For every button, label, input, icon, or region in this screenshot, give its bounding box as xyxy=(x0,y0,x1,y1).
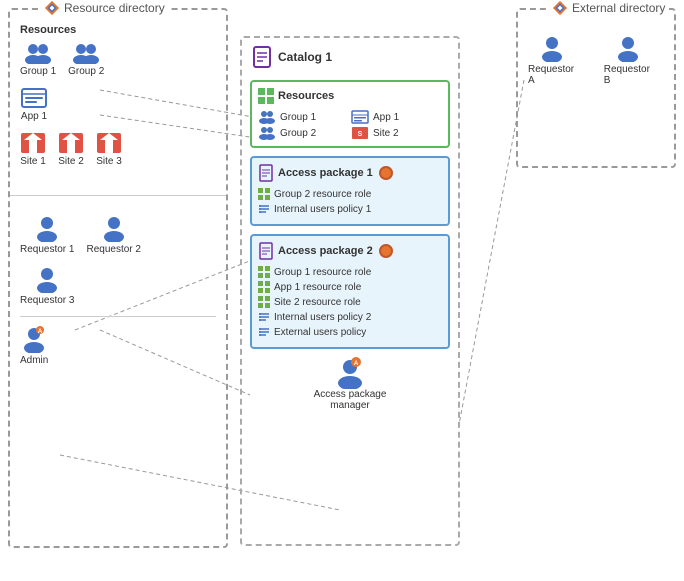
ap2-pol1-icon xyxy=(258,311,270,323)
catalog-resources-box: Resources Group 1 xyxy=(250,80,450,148)
cat-group2-icon xyxy=(258,126,276,140)
group1-icon xyxy=(23,42,53,64)
diamond-icon xyxy=(44,0,60,16)
app1-icon-item: App 1 xyxy=(20,87,48,122)
site3-icon: S xyxy=(96,132,122,154)
cat-group1-icon xyxy=(258,110,276,124)
admin-icon: A xyxy=(20,325,48,353)
admin-label: Admin xyxy=(20,355,48,366)
group2-icon xyxy=(71,42,101,64)
cat-group2: Group 2 xyxy=(258,126,349,140)
manager-icon: A xyxy=(334,357,366,389)
group1-label: Group 1 xyxy=(20,66,56,77)
site1-icon: S xyxy=(20,132,46,154)
site1-label: Site 1 xyxy=(20,156,46,167)
divider1 xyxy=(10,195,226,196)
cat-site2-icon: S xyxy=(351,126,369,140)
external-requestors: Requestor A Requestor B xyxy=(518,10,674,96)
svg-text:S: S xyxy=(358,131,363,138)
catalog-resources-header: Resources xyxy=(258,88,442,104)
ap2-item-2: Site 2 resource role xyxy=(258,296,442,308)
resource-directory: Resource directory Resources Group 1 xyxy=(8,8,228,548)
app-row: App 1 xyxy=(20,87,216,122)
site3-icon-item: S Site 3 xyxy=(96,132,122,167)
groups-row: Group 1 Group 2 xyxy=(20,42,216,77)
ap2-item-1: App 1 resource role xyxy=(258,281,442,293)
requestors-row1: Requestor 1 Requestor 2 xyxy=(20,214,216,255)
requestorA-item: Requestor A xyxy=(528,34,576,86)
ext-diamond-icon xyxy=(552,0,568,16)
group2-label: Group 2 xyxy=(68,66,104,77)
ap2-header: Access package 2 xyxy=(258,242,442,260)
ap1-item-1: Internal users policy 1 xyxy=(258,203,442,215)
group2-icon-item: Group 2 xyxy=(68,42,104,77)
ap2-item-0: Group 1 resource role xyxy=(258,266,442,278)
svg-text:A: A xyxy=(38,329,43,335)
site2-label: Site 2 xyxy=(58,156,84,167)
ap1-header: Access package 1 xyxy=(258,164,442,182)
ap2-item-3: Internal users policy 2 xyxy=(258,311,442,323)
resources-label: Resources xyxy=(20,24,216,36)
ap2-res2-icon xyxy=(258,281,270,293)
ap1-icon xyxy=(258,164,274,182)
sites-row: S Site 1 S Site 2 S xyxy=(20,132,216,167)
access-package-1: Access package 1 Group 2 resource role xyxy=(250,156,450,226)
ap2-item-4: External users policy xyxy=(258,326,442,338)
cat-app1: App 1 xyxy=(351,110,442,124)
catalog-icon xyxy=(252,46,272,68)
resources-section: Resources Group 1 xyxy=(10,10,226,187)
resources-grid-icon xyxy=(258,88,274,104)
ap2-pol2-icon xyxy=(258,326,270,338)
access-package-2: Access package 2 Group 1 resource role xyxy=(250,234,450,349)
svg-text:A: A xyxy=(354,361,359,367)
resource-directory-label: Resource directory xyxy=(40,0,169,16)
requestor2-item: Requestor 2 xyxy=(86,214,140,255)
catalog-resources-grid: Group 1 App 1 xyxy=(258,110,442,140)
admin-row: A Admin xyxy=(20,325,216,366)
site2-icon: S xyxy=(58,132,84,154)
site3-label: Site 3 xyxy=(96,156,122,167)
ap1-resource-icon xyxy=(258,188,270,200)
app1-icon xyxy=(20,87,48,109)
external-directory: External directory Requestor A Requestor… xyxy=(516,8,676,168)
catalog-header: Catalog 1 xyxy=(242,38,458,72)
ap2-res1-icon xyxy=(258,266,270,278)
catalog-box: Catalog 1 Resources xyxy=(240,36,460,546)
requestor2-icon xyxy=(100,214,128,242)
ap1-item-0: Group 2 resource role xyxy=(258,188,442,200)
ap2-icon xyxy=(258,242,274,260)
requestor1-item: Requestor 1 xyxy=(20,214,74,255)
diagram: Resource directory Resources Group 1 xyxy=(0,0,684,581)
requestor2-label: Requestor 2 xyxy=(86,244,140,255)
admin-item: A Admin xyxy=(20,325,48,366)
external-directory-label: External directory xyxy=(548,0,669,16)
app1-label: App 1 xyxy=(21,111,47,122)
requestorA-label: Requestor A xyxy=(528,64,576,86)
requestorB-item: Requestor B xyxy=(604,34,652,86)
cat-site2: S Site 2 xyxy=(351,126,442,140)
site2-icon-item: S Site 2 xyxy=(58,132,84,167)
manager-label: Access packagemanager xyxy=(314,389,387,411)
manager-in-catalog: A Access packagemanager xyxy=(242,357,458,411)
requestor1-icon xyxy=(33,214,61,242)
catalog-title: Catalog 1 xyxy=(278,50,332,64)
requestors-section: Requestor 1 Requestor 2 Requestor xyxy=(10,204,226,386)
site1-icon-item: S Site 1 xyxy=(20,132,46,167)
ap1-medal xyxy=(379,166,393,180)
cat-group1: Group 1 xyxy=(258,110,349,124)
ap1-policy-icon xyxy=(258,203,270,215)
cat-app1-icon xyxy=(351,110,369,124)
divider2 xyxy=(20,316,216,317)
requestorB-icon xyxy=(614,34,642,62)
requestorA-icon xyxy=(538,34,566,62)
requestor3-icon xyxy=(33,265,61,293)
requestors-row2: Requestor 3 xyxy=(20,265,216,306)
requestor3-item: Requestor 3 xyxy=(20,265,74,306)
ap2-medal xyxy=(379,244,393,258)
ap2-res3-icon xyxy=(258,296,270,308)
requestor3-label: Requestor 3 xyxy=(20,295,74,306)
requestorB-label: Requestor B xyxy=(604,64,652,86)
requestor1-label: Requestor 1 xyxy=(20,244,74,255)
group1-icon-item: Group 1 xyxy=(20,42,56,77)
